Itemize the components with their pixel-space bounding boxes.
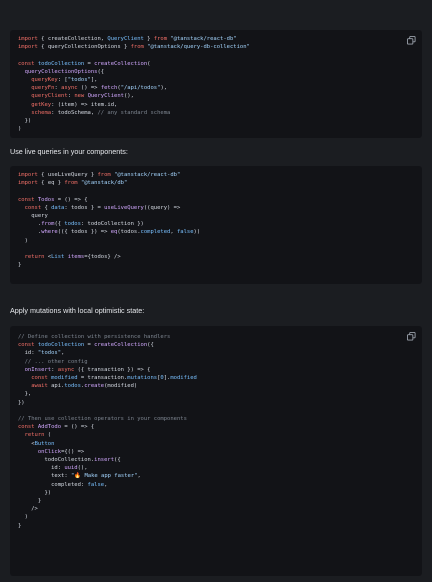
- code-line: queryCollectionOptions({: [24, 68, 105, 75]
- code-line: const todoCollection = createCollection(: [18, 60, 151, 67]
- code-line: ): [18, 514, 28, 521]
- code-line: onInsert: async ({ transaction }) => {: [24, 366, 151, 373]
- copy-icon[interactable]: [407, 36, 416, 45]
- code-line: // Define collection with persistence ha…: [18, 334, 171, 340]
- code-line: queryKey: ["todos"],: [31, 77, 98, 84]
- code-line: />: [18, 506, 38, 513]
- code-line: }): [18, 489, 52, 496]
- code-line: text: "🔥 Make app faster",: [18, 473, 141, 480]
- code-line: await api.todos.create(modified): [31, 383, 138, 390]
- code-line: queryFn: async () => fetch("/api/todos")…: [31, 85, 168, 92]
- code-line: import { createCollection, QueryClient }…: [18, 36, 237, 42]
- code-line: onClick={() =>: [37, 448, 85, 455]
- code-line: schema: todoSchema, // any standard sche…: [31, 109, 171, 116]
- code-line: // ... other config: [24, 358, 88, 365]
- code-line: <Button: [18, 440, 55, 447]
- code-block-collection: import { createCollection, QueryClient }…: [10, 30, 422, 138]
- code-line: }): [18, 399, 25, 406]
- code-line: id: "todos",: [18, 350, 65, 357]
- code-line: }: [18, 498, 42, 505]
- code-line: const { data: todos } = useLiveQuery((qu…: [24, 204, 181, 211]
- live-queries-text: Use live queries in your components:: [10, 147, 128, 156]
- code-line: query: [18, 213, 48, 220]
- code-line: id: uuid(),: [18, 465, 88, 472]
- code-line: }: [18, 262, 22, 269]
- code-live-queries: import { useLiveQuery } from "@tanstack/…: [10, 166, 422, 269]
- code-line: const todoCollection = createCollection(…: [18, 342, 154, 349]
- code-line: ): [18, 237, 28, 244]
- code-line: import { queryCollectionOptions } from "…: [18, 44, 250, 51]
- code-line: }): [18, 118, 32, 125]
- code-mutations: // Define collection with persistence ha…: [10, 326, 422, 530]
- code-line: const modified = transaction.mutations[0…: [31, 375, 197, 382]
- code-line: const AddTodo = () => {: [18, 424, 95, 431]
- code-line: todoCollection.insert({: [18, 457, 121, 464]
- code-line: queryClient: new QueryClient(),: [31, 93, 134, 100]
- code-line: completed: false,: [18, 481, 108, 488]
- code-collection: import { createCollection, QueryClient }…: [10, 30, 422, 133]
- code-block-live-queries: import { useLiveQuery } from "@tanstack/…: [10, 166, 422, 284]
- code-line: getKey: (item) => item.id,: [31, 101, 118, 108]
- code-line: .from({ todos: todoCollection }): [18, 221, 144, 228]
- code-line: return (: [24, 432, 52, 439]
- code-block-mutations: // Define collection with persistence ha…: [10, 326, 422, 576]
- mutations-text: Apply mutations with local optimistic st…: [10, 306, 145, 315]
- code-line: return <List items={todos} />: [24, 254, 121, 261]
- code-line: import { eq } from "@tanstack/db": [18, 180, 128, 187]
- code-line: },: [18, 391, 32, 398]
- code-line: .where(({ todos }) => eq(todos.completed…: [18, 229, 201, 236]
- code-line: const Todos = () => {: [18, 196, 88, 203]
- code-line: import { useLiveQuery } from "@tanstack/…: [18, 172, 181, 178]
- code-line: }: [18, 522, 22, 529]
- code-line: ): [18, 126, 22, 133]
- code-line: // Then use collection operators in your…: [18, 416, 187, 423]
- copy-icon[interactable]: [407, 332, 416, 341]
